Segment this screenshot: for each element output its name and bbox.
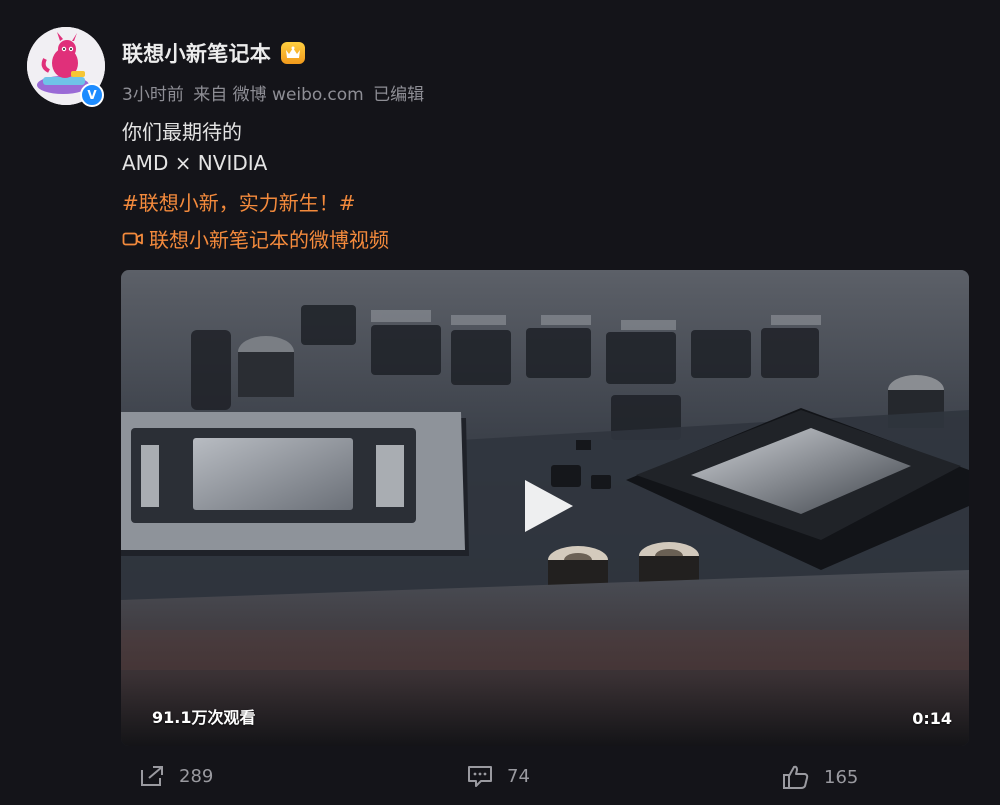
post-text-line: AMD × NVIDIA: [122, 151, 268, 175]
play-triangle-icon: [525, 480, 573, 532]
comment-count: 74: [507, 765, 530, 787]
comment-button[interactable]: 74: [467, 764, 530, 788]
share-count: 289: [179, 765, 214, 787]
post-meta: 3小时前 来自 微博 weibo.com 已编辑: [122, 80, 428, 105]
video-camera-icon: [122, 230, 144, 248]
video-link-label: 联想小新笔记本的微博视频: [149, 228, 389, 252]
video-player[interactable]: 91.1万次观看 0:14: [121, 270, 969, 746]
topic-hashtag-link[interactable]: #联想小新，实力新生！#: [122, 187, 356, 216]
thumbs-up-icon: [782, 764, 810, 790]
like-count: 165: [824, 766, 859, 788]
author-name[interactable]: 联想小新笔记本: [122, 38, 271, 68]
weibo-post: V 联想小新笔记本 3小时前 来自 微博 weibo.com 已编辑 你们最期待…: [0, 0, 1000, 805]
verified-icon: V: [80, 83, 104, 107]
verified-mark: V: [87, 88, 97, 102]
edited-label[interactable]: 已编辑: [373, 85, 424, 105]
post-time[interactable]: 3小时前: [122, 85, 184, 105]
like-button[interactable]: 165: [782, 764, 858, 790]
author-row: 联想小新笔记本: [122, 38, 306, 68]
comment-icon: [467, 764, 493, 788]
share-icon: [139, 764, 165, 788]
post-source: 来自 微博 weibo.com: [193, 85, 364, 105]
share-button[interactable]: 289: [139, 764, 213, 788]
video-view-count: 91.1万次观看: [152, 708, 256, 727]
video-source-link[interactable]: 联想小新笔记本的微博视频: [122, 224, 389, 253]
post-text-line: 你们最期待的: [122, 120, 242, 144]
crown-badge-icon[interactable]: [281, 42, 306, 64]
video-duration: 0:14: [912, 709, 952, 728]
play-button[interactable]: [519, 476, 579, 536]
